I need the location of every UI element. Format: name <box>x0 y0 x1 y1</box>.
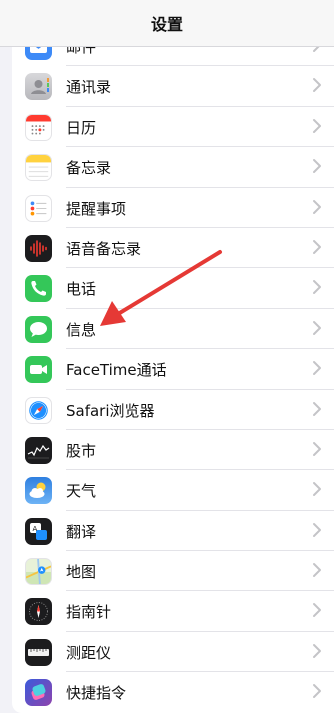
page-title: 设置 <box>150 15 183 34</box>
chevron-right-icon <box>313 239 321 254</box>
stocks-icon <box>25 436 52 464</box>
calendar-icon <box>25 113 52 141</box>
settings-row-label: 语音备忘录 <box>66 239 142 258</box>
settings-row-voice-memos[interactable]: 语音备忘录 <box>12 228 334 269</box>
chevron-right-icon <box>313 280 321 295</box>
nav-bar: 设置 <box>0 0 334 47</box>
settings-row-shortcuts[interactable]: 快捷指令 <box>12 672 334 712</box>
settings-row-label: 电话 <box>66 280 97 299</box>
messages-icon <box>25 315 52 343</box>
chevron-right-icon <box>313 199 321 214</box>
chevron-right-icon <box>313 118 321 133</box>
settings-row-stocks[interactable]: 股市 <box>12 430 334 471</box>
maps-icon <box>25 558 52 586</box>
settings-row-label: 快捷指令 <box>66 684 127 703</box>
notes-icon <box>25 154 52 182</box>
settings-row-measure[interactable]: 测距仪 <box>12 632 334 673</box>
settings-row-maps[interactable]: 地图 <box>12 551 334 592</box>
settings-row-label: 地图 <box>66 563 97 582</box>
settings-list: 邮件 通讯录 日历 备忘录 提醒事项 语音备忘录 电话 信息 FaceTime通… <box>12 26 334 713</box>
reminders-icon <box>25 194 52 222</box>
safari-icon <box>25 396 52 424</box>
settings-row-phone[interactable]: 电话 <box>12 268 334 309</box>
facetime-icon <box>25 356 52 384</box>
settings-row-notes[interactable]: 备忘录 <box>12 147 334 188</box>
phone-icon <box>25 275 52 303</box>
chevron-right-icon <box>313 401 321 416</box>
chevron-right-icon <box>313 320 321 335</box>
chevron-right-icon <box>313 78 321 93</box>
settings-row-label: 天气 <box>66 482 97 501</box>
settings-row-label: FaceTime通话 <box>66 361 167 380</box>
chevron-right-icon <box>313 603 321 618</box>
settings-row-weather[interactable]: 天气 <box>12 470 334 511</box>
settings-row-facetime[interactable]: FaceTime通话 <box>12 349 334 390</box>
weather-icon <box>25 477 52 505</box>
settings-row-label: 通讯录 <box>66 78 112 97</box>
shortcuts-icon <box>25 679 52 707</box>
settings-row-label: 提醒事项 <box>66 199 127 218</box>
settings-row-label: 信息 <box>66 320 97 339</box>
chevron-right-icon <box>313 361 321 376</box>
settings-row-label: 翻译 <box>66 522 97 541</box>
chevron-right-icon <box>313 441 321 456</box>
settings-row-calendar[interactable]: 日历 <box>12 107 334 148</box>
settings-row-label: 日历 <box>66 118 97 137</box>
chevron-right-icon <box>313 522 321 537</box>
settings-row-label: 测距仪 <box>66 643 112 662</box>
compass-icon <box>25 598 52 626</box>
settings-row-compass[interactable]: 指南针 <box>12 591 334 632</box>
chevron-right-icon <box>313 159 321 174</box>
settings-row-reminders[interactable]: 提醒事项 <box>12 188 334 228</box>
settings-row-translate[interactable]: A 翻译 <box>12 511 334 552</box>
contacts-icon <box>25 73 52 101</box>
settings-row-label: Safari浏览器 <box>66 401 155 420</box>
settings-row-safari[interactable]: Safari浏览器 <box>12 390 334 430</box>
chevron-right-icon <box>313 684 321 699</box>
svg-text:A: A <box>33 525 38 533</box>
voice-memos-icon <box>25 234 52 262</box>
chevron-right-icon <box>313 643 321 658</box>
settings-row-label: 股市 <box>66 441 97 460</box>
settings-row-label: 指南针 <box>66 603 112 622</box>
settings-row-messages[interactable]: 信息 <box>12 309 334 350</box>
chevron-right-icon <box>313 482 321 497</box>
translate-icon: A <box>25 517 52 545</box>
chevron-right-icon <box>313 563 321 578</box>
settings-row-contacts[interactable]: 通讯录 <box>12 66 334 107</box>
settings-row-label: 备忘录 <box>66 159 112 178</box>
measure-icon <box>25 638 52 666</box>
